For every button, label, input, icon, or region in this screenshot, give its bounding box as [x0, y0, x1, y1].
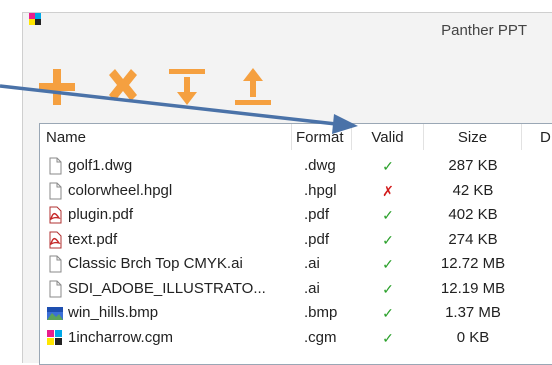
move-down-button[interactable] [165, 65, 209, 109]
generic-file-icon [46, 157, 64, 175]
image-file-icon [46, 304, 64, 322]
file-format: .pdf [304, 230, 330, 248]
valid-status: ✓ [382, 207, 394, 223]
valid-status: ✓ [382, 231, 394, 248]
generic-file-icon [46, 255, 64, 273]
file-format: .pdf [304, 206, 330, 223]
pdf-icon [46, 231, 64, 249]
column-header-name[interactable]: Name [40, 124, 292, 150]
file-name: Classic Brch Top CMYK.ai [68, 255, 243, 272]
file-format: .cgm [304, 328, 337, 346]
file-format: .hpgl [304, 181, 337, 199]
file-format: .ai [304, 255, 320, 272]
title-bar[interactable]: Panther PPT [23, 13, 552, 49]
window-title: Panther PPT [441, 22, 527, 39]
file-name: win_hills.bmp [68, 304, 159, 321]
file-list[interactable]: Name Format Valid Size D golf1.dwg .dwg ✓ 2… [39, 123, 552, 365]
generic-file-icon [46, 280, 64, 298]
column-header-format[interactable]: Format [292, 124, 352, 150]
table-row[interactable]: colorwheel.hpgl .hpgl ✗ 42 KB [40, 179, 552, 203]
table-row[interactable]: golf1.dwg .dwg ✓ 287 KB [40, 154, 552, 178]
toolbar [23, 49, 552, 129]
cgm-file-icon [46, 329, 64, 347]
generic-file-icon [46, 182, 64, 200]
pdf-icon [46, 206, 64, 224]
app-window: Panther PPT Name Format Valid Size D gol… [22, 12, 552, 365]
file-size: 274 KB [448, 230, 498, 248]
valid-status: ✓ [382, 256, 394, 272]
file-name: colorwheel.hpgl [68, 181, 173, 199]
file-name: plugin.pdf [68, 206, 134, 223]
file-name: 1incharrow.cgm [68, 328, 174, 346]
remove-button[interactable] [101, 65, 145, 109]
table-row[interactable]: 1incharrow.cgm .cgm ✓ 0 KB [40, 326, 552, 350]
file-name: golf1.dwg [68, 157, 133, 174]
list-header: Name Format Valid Size D [40, 124, 552, 150]
table-row[interactable]: win_hills.bmp .bmp ✓ 1.37 MB [40, 301, 552, 325]
valid-status: ✓ [382, 305, 394, 321]
file-size: 12.72 MB [440, 255, 506, 272]
file-format: .ai [304, 279, 320, 297]
file-size: 12.19 MB [440, 279, 506, 297]
file-name: SDI_ADOBE_ILLUSTRATO... [68, 279, 266, 297]
app-logo-icon [29, 13, 41, 25]
table-row[interactable]: Classic Brch Top CMYK.ai .ai ✓ 12.72 MB [40, 252, 552, 276]
valid-status: ✗ [382, 182, 394, 199]
table-row[interactable]: SDI_ADOBE_ILLUSTRATO... .ai ✓ 12.19 MB [40, 277, 552, 301]
file-size: 0 KB [456, 328, 490, 346]
valid-status: ✓ [382, 329, 394, 346]
file-size: 287 KB [448, 157, 498, 174]
add-button[interactable] [35, 65, 79, 109]
file-size: 402 KB [448, 206, 498, 223]
file-size: 42 KB [452, 181, 494, 199]
valid-status: ✓ [382, 280, 394, 297]
plus-icon [39, 69, 75, 105]
table-row[interactable]: plugin.pdf .pdf ✓ 402 KB [40, 203, 552, 227]
file-format: .bmp [304, 304, 338, 321]
arrow-down-to-line-icon [169, 69, 205, 105]
column-header-valid[interactable]: Valid [352, 124, 424, 150]
file-size: 1.37 MB [445, 304, 501, 321]
file-format: .dwg [304, 157, 336, 174]
valid-status: ✓ [382, 158, 394, 174]
arrow-up-from-line-icon [235, 68, 271, 105]
column-header-size[interactable]: Size [424, 124, 522, 150]
x-icon [109, 69, 137, 101]
column-header-date[interactable]: D [522, 124, 552, 150]
table-row[interactable]: text.pdf .pdf ✓ 274 KB [40, 228, 552, 252]
move-up-button[interactable] [231, 65, 275, 109]
file-name: text.pdf [68, 230, 118, 248]
